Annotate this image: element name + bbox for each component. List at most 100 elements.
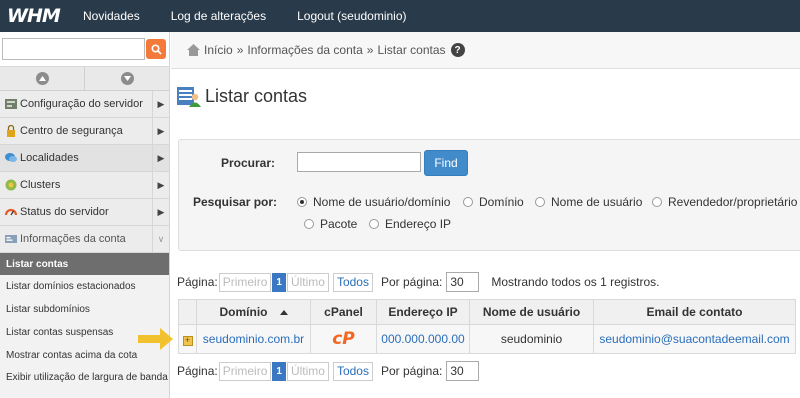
domain-cell: seudominio.com.br bbox=[196, 324, 311, 354]
chevron-up-icon bbox=[35, 72, 49, 85]
sidebar-search-button[interactable] bbox=[146, 39, 166, 59]
radio-nome-usuario-dominio[interactable]: Nome de usuário/domínio bbox=[297, 195, 450, 209]
search-input[interactable] bbox=[297, 152, 421, 172]
radio-label: Pacote bbox=[320, 217, 358, 231]
clusters-icon bbox=[5, 179, 17, 191]
breadcrumb-home[interactable]: Início bbox=[204, 43, 233, 57]
search-icon bbox=[150, 43, 162, 55]
radio-icon bbox=[652, 197, 662, 207]
account-info-icon bbox=[5, 235, 17, 243]
sidebar-collapse-controls bbox=[0, 67, 169, 91]
radio-icon bbox=[463, 197, 473, 207]
breadcrumb-informacoes-conta[interactable]: Informações da conta bbox=[247, 43, 362, 57]
sidebar-search bbox=[0, 32, 169, 67]
table-header-row: Domínio cPanel Endereço IP Nome de usuár… bbox=[178, 299, 796, 325]
pager-label: Página: bbox=[177, 364, 218, 378]
radio-label: Nome de usuário bbox=[551, 195, 643, 209]
collapse-all-button[interactable] bbox=[0, 67, 85, 90]
pointer-arrow-icon bbox=[138, 328, 173, 350]
find-button[interactable]: Find bbox=[424, 150, 468, 176]
breadcrumb-separator: » bbox=[236, 43, 244, 57]
speech-bubble-icon bbox=[5, 153, 17, 162]
sidebar-item-clusters[interactable]: Clusters ▶ bbox=[0, 172, 169, 199]
sidebar-subitem-listar-dominios-estacionados[interactable]: Listar domínios estacionados bbox=[0, 275, 169, 298]
pager-first-button[interactable]: Primeiro bbox=[218, 361, 272, 381]
pager-current-page[interactable]: 1 bbox=[272, 361, 286, 381]
search-label: Procurar: bbox=[221, 156, 276, 170]
per-page-label: Por página: bbox=[380, 275, 443, 289]
cpanel-cell: cP bbox=[310, 324, 377, 354]
domain-link[interactable]: seudominio.com.br bbox=[203, 332, 304, 346]
per-page-input[interactable]: 30 bbox=[446, 361, 480, 381]
radio-icon bbox=[535, 197, 545, 207]
top-bar: WHM Novidades Log de alterações Logout (… bbox=[0, 0, 800, 32]
chevron-right-icon: ▶ bbox=[152, 199, 169, 225]
email-link[interactable]: seudominio@suacontadeemail.com bbox=[599, 332, 789, 346]
list-accounts-icon bbox=[177, 87, 201, 107]
pager-top: Página: Primeiro 1 Último Todos Por pági… bbox=[177, 272, 659, 292]
nav-log-alteracoes[interactable]: Log de alterações bbox=[171, 9, 266, 23]
sidebar-item-localidades[interactable]: Localidades ▶ bbox=[0, 145, 169, 172]
chevron-right-icon: ▶ bbox=[152, 172, 169, 198]
records-count: Mostrando todos os 1 registros. bbox=[491, 275, 660, 289]
pager-all-button[interactable]: Todos bbox=[332, 272, 373, 292]
sidebar-item-configuracao-servidor[interactable]: Configuração do servidor ▶ bbox=[0, 91, 169, 118]
pager-last-button[interactable]: Último bbox=[286, 361, 329, 381]
lock-icon bbox=[7, 125, 15, 137]
cpanel-logo-icon[interactable]: cP bbox=[332, 329, 355, 349]
radio-revendedor[interactable]: Revendedor/proprietário bbox=[652, 195, 797, 209]
radio-label: Endereço IP bbox=[385, 217, 452, 231]
expand-cell: + bbox=[178, 324, 197, 354]
header-nome-usuario[interactable]: Nome de usuário bbox=[469, 299, 594, 325]
server-config-icon bbox=[5, 99, 17, 109]
breadcrumb: Início » Informações da conta » Listar c… bbox=[171, 32, 800, 69]
sidebar-item-informacoes-conta[interactable]: Informações da conta ∨ bbox=[0, 226, 169, 253]
radio-pacote[interactable]: Pacote bbox=[304, 217, 357, 231]
sidebar-subitem-listar-contas[interactable]: Listar contas bbox=[0, 253, 169, 275]
sidebar-subitem-listar-subdominios[interactable]: Listar subdomínios bbox=[0, 298, 169, 321]
chevron-down-icon bbox=[120, 72, 134, 85]
sidebar-subitem-largura-banda[interactable]: Exibir utilização de largura de banda bbox=[0, 367, 169, 398]
sidebar-search-input[interactable] bbox=[2, 38, 145, 60]
sidebar-item-status-servidor[interactable]: Status do servidor ▶ bbox=[0, 199, 169, 226]
header-endereco-ip[interactable]: Endereço IP bbox=[376, 299, 470, 325]
sort-ascending-icon bbox=[279, 310, 288, 316]
nav-logout[interactable]: Logout (seudominio) bbox=[297, 9, 406, 23]
ip-cell: 000.000.000.00 bbox=[376, 324, 470, 354]
sidebar-item-centro-seguranca[interactable]: Centro de segurança ▶ bbox=[0, 118, 169, 145]
radio-dominio[interactable]: Domínio bbox=[463, 195, 524, 209]
header-dominio[interactable]: Domínio bbox=[196, 299, 311, 325]
radio-label: Nome de usuário/domínio bbox=[313, 195, 451, 209]
pager-label: Página: bbox=[177, 275, 218, 289]
sidebar-item-label: Localidades bbox=[20, 152, 79, 164]
help-icon[interactable]: ? bbox=[450, 43, 465, 57]
sidebar-item-label: Status do servidor bbox=[20, 206, 109, 218]
chevron-right-icon: ▶ bbox=[152, 145, 169, 171]
radio-endereco-ip[interactable]: Endereço IP bbox=[369, 217, 451, 231]
main-content: Início » Informações da conta » Listar c… bbox=[171, 32, 800, 398]
nav-novidades[interactable]: Novidades bbox=[83, 9, 140, 23]
header-cpanel: cPanel bbox=[310, 299, 377, 325]
page-title-row: Listar contas bbox=[177, 85, 307, 107]
radio-icon bbox=[369, 219, 379, 229]
home-icon[interactable] bbox=[187, 44, 200, 56]
expand-row-button[interactable]: + bbox=[182, 335, 193, 346]
search-by-label: Pesquisar por: bbox=[193, 195, 278, 209]
breadcrumb-separator: » bbox=[366, 43, 374, 57]
header-email[interactable]: Email de contato bbox=[593, 299, 796, 325]
whm-logo[interactable]: WHM bbox=[7, 5, 83, 27]
ip-link[interactable]: 000.000.000.00 bbox=[381, 332, 464, 346]
per-page-label: Por página: bbox=[380, 364, 443, 378]
breadcrumb-current: Listar contas bbox=[377, 43, 446, 57]
pager-last-button[interactable]: Último bbox=[286, 272, 329, 292]
search-panel: Procurar: Find Pesquisar por: Nome de us… bbox=[178, 139, 800, 251]
per-page-input[interactable]: 30 bbox=[446, 272, 480, 292]
radio-nome-usuario[interactable]: Nome de usuário bbox=[535, 195, 642, 209]
sidebar-item-label: Configuração do servidor bbox=[20, 98, 143, 110]
pager-all-button[interactable]: Todos bbox=[332, 361, 373, 381]
pager-first-button[interactable]: Primeiro bbox=[218, 272, 272, 292]
expand-all-button[interactable] bbox=[85, 67, 169, 90]
sidebar-item-label: Clusters bbox=[20, 179, 61, 191]
pager-current-page[interactable]: 1 bbox=[272, 272, 286, 292]
radio-label: Revendedor/proprietário bbox=[668, 195, 798, 209]
